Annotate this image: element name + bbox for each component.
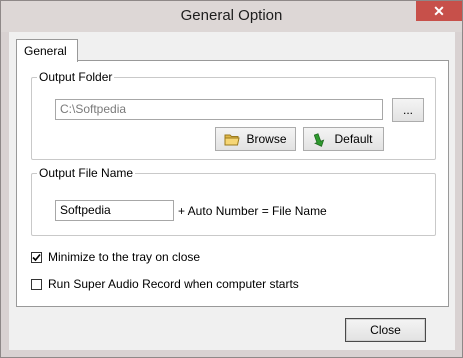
browse-button[interactable]: Browse xyxy=(215,127,296,151)
browse-dots-button[interactable]: ... xyxy=(392,98,424,122)
default-button-label: Default xyxy=(334,132,373,146)
output-folder-label: Output Folder xyxy=(37,70,115,84)
output-file-name-group: Output File Name Softpedia + Auto Number… xyxy=(31,166,436,236)
output-folder-group: Output Folder C:\Softpedia ... Browse De… xyxy=(31,70,436,160)
dialog-window: General Option ✕ General Output Folder C… xyxy=(0,0,463,358)
autostart-checkbox[interactable] xyxy=(31,278,42,290)
minimize-checkbox[interactable] xyxy=(31,251,42,263)
minimize-label: Minimize to the tray on close xyxy=(48,250,201,264)
output-folder-path-field[interactable]: C:\Softpedia xyxy=(55,99,383,120)
check-icon xyxy=(32,253,41,261)
green-arrow-icon xyxy=(314,132,325,147)
tab-general[interactable]: General xyxy=(16,39,78,62)
close-button[interactable]: Close xyxy=(345,318,426,342)
window-close-button[interactable]: ✕ xyxy=(416,1,462,21)
title-bar[interactable]: General Option ✕ xyxy=(1,1,462,32)
output-file-name-label: Output File Name xyxy=(37,166,136,180)
file-name-suffix-text: + Auto Number = File Name xyxy=(178,204,327,218)
minimize-to-tray-option[interactable]: Minimize to the tray on close xyxy=(31,250,200,264)
folder-icon xyxy=(224,134,241,145)
default-button[interactable]: Default xyxy=(303,127,384,151)
autostart-option[interactable]: Run Super Audio Record when computer sta… xyxy=(31,277,299,291)
close-icon: ✕ xyxy=(433,3,445,19)
window-title: General Option xyxy=(180,7,283,24)
tab-general-label: General xyxy=(24,44,67,58)
autostart-label: Run Super Audio Record when computer sta… xyxy=(48,277,299,291)
file-name-input[interactable]: Softpedia xyxy=(55,200,174,221)
browse-button-label: Browse xyxy=(246,132,287,146)
tab-panel-general: Output Folder C:\Softpedia ... Browse De… xyxy=(16,60,449,307)
client-area: General Output Folder C:\Softpedia ... B… xyxy=(9,32,455,350)
